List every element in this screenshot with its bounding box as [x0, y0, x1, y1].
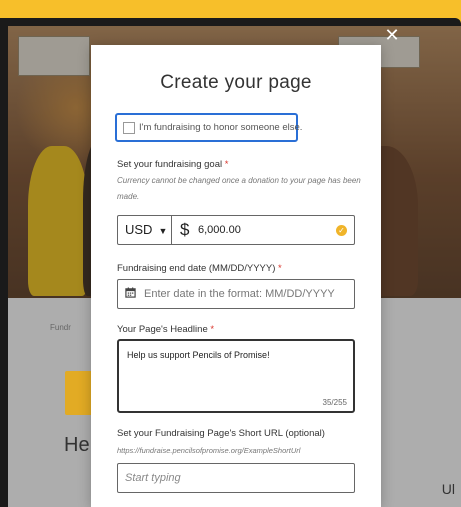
short-url-field[interactable]: Start typing: [117, 463, 355, 493]
background-heading: He: [64, 434, 90, 456]
background-fundraise-label: Fundr: [50, 323, 71, 332]
end-date-field[interactable]: Enter date in the format: MM/DD/YYYY: [117, 279, 355, 309]
calendar-icon: [125, 287, 136, 298]
create-page-modal: Create your page I'm fundraising to hono…: [91, 45, 381, 507]
headline-label: Your Page's Headline *: [117, 324, 215, 335]
currency-note: Currency cannot be changed once a donati…: [117, 176, 361, 201]
end-date-input[interactable]: Enter date in the format: MM/DD/YYYY: [144, 280, 335, 308]
short-url-label: Set your Fundraising Page's Short URL (o…: [117, 428, 325, 439]
currency-select[interactable]: USD ▼: [118, 216, 172, 244]
honor-checkbox-label: I'm fundraising to honor someone else.: [139, 122, 303, 133]
check-circle-icon: ✓: [336, 225, 347, 236]
close-icon[interactable]: ✕: [383, 26, 401, 44]
required-mark: *: [210, 324, 215, 335]
modal-title: Create your page: [160, 72, 312, 93]
caret-down-icon: ▼: [158, 226, 168, 236]
character-counter: 35/255: [322, 398, 347, 407]
goal-label: Set your fundraising goal *: [117, 159, 229, 170]
goal-amount-input[interactable]: 6,000.00: [198, 216, 241, 244]
honor-checkbox[interactable]: [123, 122, 135, 134]
required-mark: *: [224, 159, 229, 170]
dollar-symbol: $: [180, 220, 190, 239]
end-date-label: Fundraising end date (MM/DD/YYYY) *: [117, 263, 282, 274]
background-corner-text: Ul: [441, 481, 455, 497]
short-url-hint: https://fundraise.pencilsofpromise.org/E…: [117, 446, 301, 455]
fundraising-goal-field: USD ▼ $ 6,000.00 ✓: [117, 215, 355, 245]
headline-text: Help us support Pencils of Promise!: [127, 350, 270, 360]
required-mark: *: [278, 263, 282, 274]
short-url-input[interactable]: Start typing: [125, 464, 181, 492]
headline-textarea[interactable]: Help us support Pencils of Promise! 35/2…: [117, 339, 355, 413]
honor-someone-checkbox-row[interactable]: I'm fundraising to honor someone else.: [115, 113, 302, 142]
